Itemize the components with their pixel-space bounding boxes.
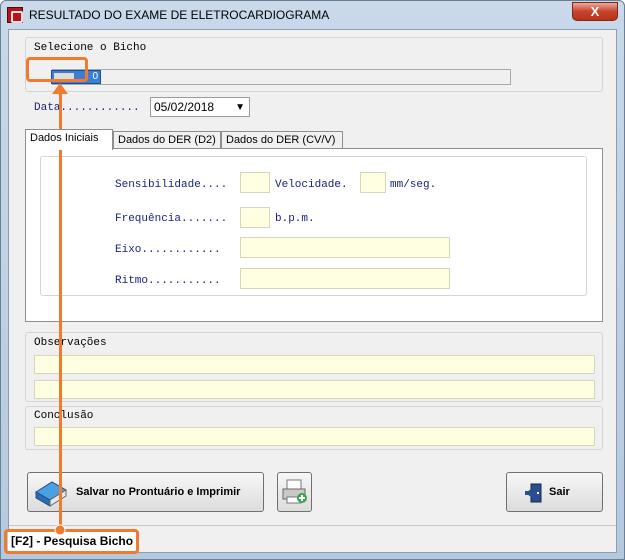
save-print-label: Salvar no Prontuário e Imprimir (76, 486, 241, 498)
date-picker[interactable]: 05/02/2018 ▼ (150, 97, 250, 117)
close-button[interactable]: X (572, 2, 618, 21)
date-value: 05/02/2018 (154, 100, 215, 114)
eixo-label: Eixo............ (115, 244, 221, 256)
observacoes-group: Observações (25, 332, 603, 402)
tab-panel: Sensibilidade.... Velocidade. mm/seg. Fr… (25, 148, 603, 322)
velocidade-unit: mm/seg. (390, 179, 437, 191)
frequencia-label: Frequência....... (115, 213, 228, 225)
printer-icon (282, 479, 307, 504)
exit-button[interactable]: Sair (506, 472, 603, 512)
highlight-connector (59, 91, 62, 531)
conclusao-field[interactable] (34, 427, 595, 446)
arrow-up-icon (52, 83, 68, 94)
app-icon (7, 7, 23, 23)
tab-dados-der-cvv[interactable]: Dados do DER (CV/V) (221, 131, 343, 149)
save-print-button[interactable]: Salvar no Prontuário e Imprimir (27, 472, 264, 512)
eixo-field[interactable] (240, 237, 450, 258)
tab-dados-iniciais[interactable]: Dados Iniciais (25, 129, 113, 150)
ritmo-label: Ritmo........... (115, 275, 221, 287)
conclusao-group: Conclusão (25, 406, 603, 450)
observacoes-label: Observações (34, 337, 107, 349)
highlight-box-status (4, 529, 139, 554)
window-title: RESULTADO DO EXAME DE ELETROCARDIOGRAMA (29, 8, 330, 22)
divider (9, 525, 616, 526)
sensibilidade-field[interactable] (240, 172, 270, 193)
bicho-label: Selecione o Bicho (34, 42, 147, 54)
observacoes-line-2[interactable] (34, 380, 595, 399)
chevron-down-icon[interactable]: ▼ (235, 102, 245, 113)
tab-dados-der-d2[interactable]: Dados do DER (D2) (113, 131, 221, 149)
ritmo-field[interactable] (240, 268, 450, 289)
highlight-box-bicho (26, 57, 88, 82)
velocidade-label: Velocidade. (275, 179, 348, 191)
observacoes-line-1[interactable] (34, 355, 595, 374)
bicho-name-field[interactable] (52, 69, 511, 85)
dados-iniciais-panel: Sensibilidade.... Velocidade. mm/seg. Fr… (40, 156, 587, 296)
title-bar[interactable]: RESULTADO DO EXAME DE ELETROCARDIOGRAMA … (1, 1, 624, 29)
data-label: Data............ (34, 102, 140, 114)
print-button[interactable] (277, 472, 312, 512)
connector-dot-icon (54, 524, 66, 536)
velocidade-field[interactable] (360, 172, 386, 193)
sensibilidade-label: Sensibilidade.... (115, 179, 228, 191)
bicho-group: Selecione o Bicho 0 (25, 37, 603, 92)
book-icon (35, 481, 67, 507)
client-area: Selecione o Bicho 0 Data............ 05/… (8, 29, 617, 553)
exit-door-icon (525, 483, 542, 503)
main-window: RESULTADO DO EXAME DE ELETROCARDIOGRAMA … (0, 0, 625, 560)
frequencia-unit: b.p.m. (275, 213, 315, 225)
frequencia-field[interactable] (240, 207, 270, 228)
conclusao-label: Conclusão (34, 410, 94, 422)
exit-label: Sair (549, 486, 570, 498)
